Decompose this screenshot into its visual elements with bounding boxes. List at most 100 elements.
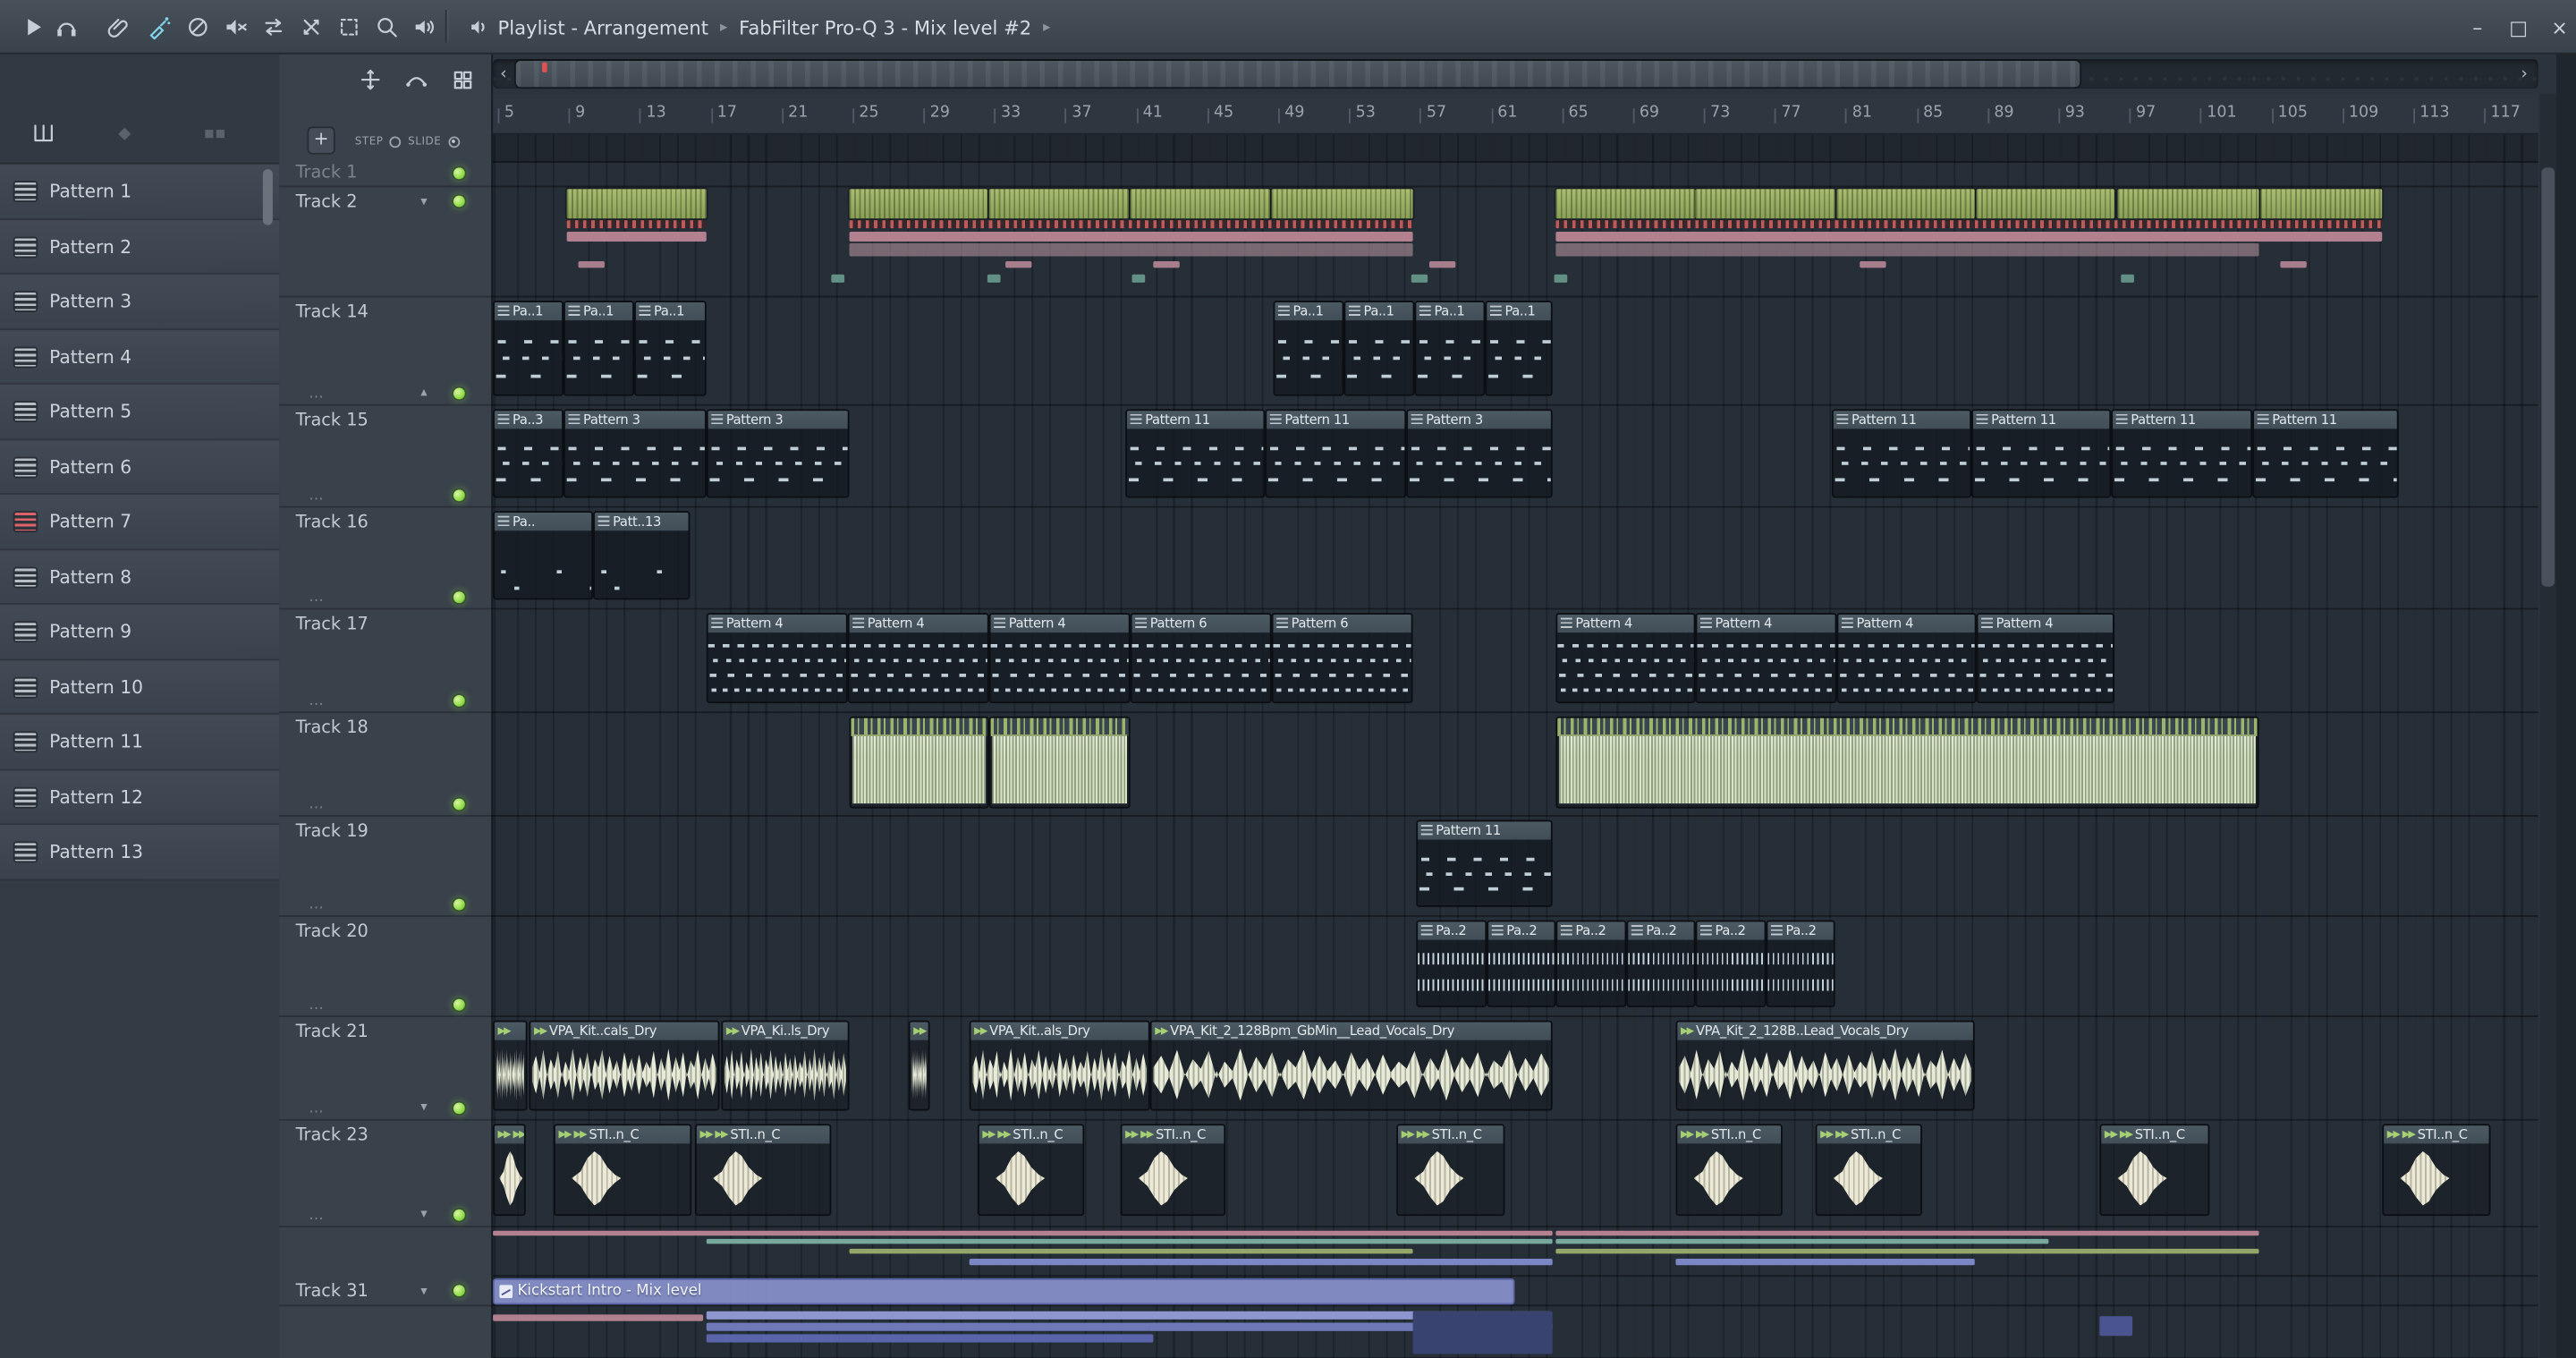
audio-clip[interactable]: ▶▶ ▶▶ STI..n_C [553,1124,692,1217]
track-header[interactable]: Track 16… [279,508,494,610]
pattern-clip[interactable]: Pa..2 [1416,920,1487,1007]
pattern-clip[interactable]: Pattern 11 [1831,409,1972,498]
mini-pattern-clip[interactable] [1976,189,2114,219]
pattern-clip[interactable]: Pattern 11 [1125,409,1266,498]
collapse-arrow-icon[interactable]: ▾ [420,195,427,209]
pattern-clip[interactable]: Pa..1 [1273,301,1344,396]
mute-led[interactable] [453,898,465,911]
scroll-right-icon[interactable]: › [2513,59,2535,89]
close-button[interactable]: × [2540,0,2576,55]
pattern-item[interactable]: Pattern 9 [0,604,280,660]
mute-led[interactable] [453,195,465,208]
patterns-view-icon[interactable] [30,120,57,146]
clip-stripe[interactable] [1005,261,1032,268]
audio-clip[interactable]: ▶▶ ▶▶ STI..n_C [2382,1124,2491,1217]
minimize-button[interactable]: – [2458,0,2497,55]
audio-clip[interactable] [988,716,1131,809]
pattern-item[interactable]: Pattern 10 [0,659,280,715]
mute-led[interactable] [453,1209,465,1221]
clip-stripe[interactable] [849,1248,1413,1254]
mini-pattern-clip[interactable] [1271,189,1413,219]
audio-clip[interactable]: ▶▶ ▶▶ STI..n_C [694,1124,832,1217]
mute-led[interactable] [453,798,465,811]
pattern-clip[interactable]: Pa..1 [564,301,634,396]
drag-arrows-icon[interactable] [291,6,330,46]
clip-stripe[interactable] [987,274,1001,283]
clip-stripe[interactable] [1153,261,1180,268]
track-header[interactable]: Track 18… [279,713,494,817]
audio-clip[interactable]: ▶▶ VPA_Kit..als_Dry [969,1020,1150,1111]
horizontal-scroll-thumb[interactable] [515,60,2080,88]
clip-stripe[interactable] [1860,261,1886,268]
collapse-arrow-icon[interactable]: ▴ [420,386,427,400]
pattern-clip[interactable]: Pattern 11 [2252,409,2399,498]
clip-stripe[interactable] [1411,274,1428,283]
pattern-item[interactable]: Pattern 4 [0,329,280,385]
pattern-item[interactable]: Pattern 1 [0,164,280,220]
pattern-item[interactable]: Pattern 8 [0,549,280,605]
clip-stripe[interactable] [493,1314,704,1321]
collapse-arrow-icon[interactable]: ▾ [420,1207,427,1221]
audio-clip[interactable]: ▶▶ ▶▶ STI..n_C [1396,1124,1505,1217]
pattern-clip[interactable]: Pa..3 [493,409,564,498]
pan-tool-icon[interactable] [355,65,385,91]
audio-clip[interactable]: ▶▶ VPA_Kit_2_128B..Lead_Vocals_Dry [1675,1020,1975,1111]
mini-pattern-clip[interactable] [988,189,1129,219]
track-header[interactable]: Track 19… [279,817,494,917]
audio-clip[interactable]: ▶▶ ▶▶ STI..n_C [1815,1124,1922,1217]
pattern-clip[interactable]: Pattern 4 [1695,613,1837,704]
breadcrumb-playlist[interactable]: Playlist - Arrangement [498,15,709,38]
mini-pattern-clip[interactable] [1555,189,1696,219]
paint-tool-icon[interactable] [138,6,177,46]
audio-clip[interactable]: ▶▶ ▶▶ STI..n_C [2099,1124,2210,1217]
mini-pattern-clip[interactable] [849,189,987,219]
picker-filter-icon[interactable]: ◆ [118,125,131,143]
audio-clip[interactable]: ▶▶ VPA_Kit_2_128Bpm_GbMin__Lead_Vocals_Dr… [1149,1020,1553,1111]
mute-led[interactable] [453,387,465,400]
preview-speaker-icon[interactable] [458,6,497,46]
breadcrumb-plugin[interactable]: FabFilter Pro-Q 3 - Mix level #2 [739,15,1031,38]
clip-stripe[interactable] [1555,1230,2259,1236]
mute-tool-icon[interactable] [177,6,216,46]
clip-stripe[interactable] [2121,274,2134,283]
pattern-clip[interactable]: Pattern 6 [1130,613,1272,704]
pattern-clip[interactable]: Pattern 11 [2111,409,2253,498]
mute-led[interactable] [453,591,465,604]
slip-tool-icon[interactable] [98,6,138,46]
mute-led[interactable] [453,694,465,707]
track-header[interactable]: Track 21 … ▾ [279,1017,494,1121]
track-header[interactable]: Track 23 … ▾ [279,1121,494,1228]
clip-stripe[interactable] [849,231,1413,242]
pattern-item[interactable]: Pattern 2 [0,219,280,275]
clip-stripe[interactable] [2099,1316,2133,1337]
track-header[interactable]: Track 20… [279,917,494,1017]
slide-link-icon[interactable] [401,65,430,91]
pattern-clip[interactable]: Patt..13 [593,511,691,600]
pattern-clip[interactable]: Pattern 4 [988,613,1131,704]
maximize-button[interactable]: □ [2499,0,2538,55]
track-header[interactable]: Track 31 ▾ [279,1277,494,1307]
track-header[interactable]: Track 15… [279,406,494,508]
headphones-icon[interactable] [46,6,85,46]
clip-stripe[interactable] [1428,261,1456,268]
mute-led[interactable] [453,489,465,502]
clip-stripe[interactable] [1555,231,2383,242]
pattern-clip[interactable]: Pattern 4 [1976,613,2114,704]
pattern-clip[interactable]: Pa..2 [1487,920,1556,1007]
zoom-icon[interactable] [367,6,406,46]
pattern-clip[interactable]: Pattern 11 [1416,819,1553,907]
pattern-clip[interactable]: Pa..1 [493,301,564,396]
mini-pattern-clip[interactable] [2260,189,2383,219]
mini-pattern-clip[interactable] [1130,189,1270,219]
pattern-item[interactable]: Pattern 5 [0,384,280,440]
pattern-clip[interactable]: Pa..1 [1343,301,1415,396]
pattern-item[interactable]: Pattern 3 [0,274,280,330]
mini-pattern-clip[interactable] [566,189,707,219]
pattern-item[interactable]: Pattern 13 [0,825,280,880]
clip-stripe[interactable] [706,1334,1154,1343]
timeline-ruler[interactable]: 5 9 13 17 21 25 29 33 37 41 45 49 53 57 61 65 69 73 77 81 85… [493,93,2538,135]
pattern-clip[interactable]: Pattern 3 [1406,409,1553,498]
clip-stripe[interactable] [706,1238,1553,1244]
mute-led[interactable] [453,998,465,1011]
audio-clip[interactable]: ▶▶ [908,1020,930,1111]
